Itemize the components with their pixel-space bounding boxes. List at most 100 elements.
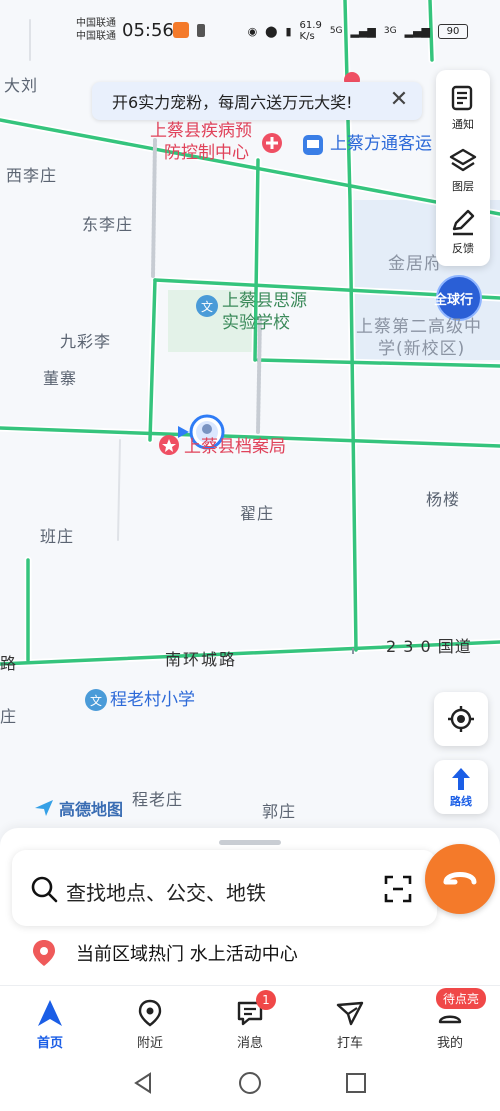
- svg-text:文: 文: [90, 693, 102, 708]
- signal-5g: 5G: [329, 26, 343, 36]
- poi-label-line: 上蔡第二高级中: [356, 317, 482, 337]
- tab-taxi[interactable]: 打车: [310, 998, 390, 1051]
- feedback-button[interactable]: 反馈: [436, 200, 490, 262]
- crosshair-icon: [448, 706, 474, 732]
- locate-button[interactable]: [434, 692, 488, 746]
- taxi-icon: [336, 1001, 364, 1026]
- status-right: ◉ ⬤ ▮ 61.9 K/s 5G ▂▄▆ 3G ▂▄▆ 90: [248, 20, 468, 42]
- hot-area-text: 当前区域热门 水上活动中心: [76, 944, 298, 965]
- amap-logo: 高德地图: [33, 796, 123, 820]
- bus-station-pin-icon: [303, 135, 323, 155]
- tab-label: 附近: [136, 1036, 163, 1051]
- search-input[interactable]: 查找地点、公交、地铁: [66, 877, 266, 906]
- nearby-pin-icon: [138, 999, 162, 1027]
- home-circle-icon[interactable]: [238, 1071, 262, 1095]
- signal-3g: 3G: [383, 26, 397, 36]
- map-place-label[interactable]: 程老庄: [132, 786, 183, 810]
- map-place-label[interactable]: 翟庄: [240, 500, 274, 524]
- amap-logo-icon: [35, 800, 53, 816]
- poi-label-chenglaocun-school[interactable]: 程老村小学: [110, 689, 195, 711]
- signal-icon: ▂▄▆: [350, 24, 376, 38]
- route-button[interactable]: 路线: [434, 760, 488, 814]
- tab-home[interactable]: 首页: [10, 998, 90, 1051]
- primary-school-pin-icon: 文: [85, 689, 107, 711]
- map-place-label[interactable]: 班庄: [40, 523, 74, 547]
- net-speed-unit: K/s: [299, 31, 315, 42]
- message-count-badge: 1: [256, 990, 276, 1010]
- layers-button[interactable]: 图层: [436, 138, 490, 200]
- poi-label-line: 防控制中心: [164, 143, 249, 163]
- feedback-icon: [452, 209, 475, 235]
- net-speed-value: 61.9: [299, 20, 322, 31]
- quanqiuxing-label[interactable]: 全球行: [434, 289, 473, 308]
- poi-label-line: 上蔡县思源: [222, 291, 307, 311]
- search-bar[interactable]: 查找地点、公交、地铁: [12, 850, 437, 926]
- road-label-guodao: 2 3 0 国道: [386, 637, 472, 656]
- brand-name: 高德地图: [59, 800, 124, 819]
- archives-pin-icon: [159, 435, 179, 455]
- school-pin-icon: 文: [196, 295, 218, 317]
- tab-label: 首页: [36, 1036, 63, 1051]
- poi-label-second-high-school[interactable]: 上蔡第二高级中 学(新校区): [356, 316, 482, 360]
- tab-label: 我的: [436, 1036, 463, 1051]
- road-label-nanhuan: 南环城路: [165, 650, 238, 669]
- map-place-label[interactable]: 东李庄: [82, 211, 133, 235]
- route-label: 路线: [450, 794, 472, 808]
- map-place-label[interactable]: 大刘: [4, 72, 38, 96]
- map-place-label[interactable]: 董寨: [43, 365, 77, 389]
- signal-icon: ▂▄▆: [404, 24, 430, 38]
- sim-icon: [197, 24, 205, 37]
- eye-icon: ◉: [247, 24, 258, 38]
- map-place-label[interactable]: 九彩李: [60, 328, 111, 352]
- notice-icon: [451, 85, 473, 110]
- feedback-label: 反馈: [452, 241, 474, 255]
- search-icon: [31, 876, 58, 903]
- app-notification-icon: [173, 22, 189, 38]
- location-icon: ⬤: [265, 24, 278, 38]
- net-speed: 61.9 K/s: [300, 20, 322, 42]
- map-place-label: 庄: [0, 707, 18, 726]
- map-place-label[interactable]: 金居府: [388, 249, 442, 274]
- poi-label-cdc[interactable]: 上蔡县疾病预 防控制中心: [150, 120, 252, 164]
- back-icon[interactable]: [132, 1071, 154, 1095]
- notice-button[interactable]: 通知: [436, 76, 490, 138]
- notice-label: 通知: [452, 117, 474, 131]
- tab-messages[interactable]: 1 消息: [210, 990, 290, 1051]
- poi-label-line: 学(新校区): [378, 339, 466, 359]
- tab-mine[interactable]: 待点亮 我的: [410, 988, 490, 1051]
- tab-label: 打车: [336, 1036, 363, 1051]
- status-bar: 中国联通 中国联通 05:56 ◉ ⬤ ▮ 61.9 K/s 5G ▂▄▆ 3G…: [0, 0, 500, 62]
- didi-icon: [443, 872, 477, 885]
- poi-label-line: 上蔡县疾病预: [150, 121, 252, 141]
- system-nav-bar: [0, 1055, 500, 1111]
- tab-nearby[interactable]: 附近: [110, 998, 190, 1051]
- map-place-label[interactable]: 杨楼: [426, 486, 460, 510]
- recent-apps-icon[interactable]: [345, 1072, 367, 1094]
- poi-label-archives[interactable]: 上蔡县档案局: [184, 436, 286, 458]
- layers-label: 图层: [452, 179, 474, 193]
- mic-icon: ▮: [285, 24, 292, 38]
- sheet-drag-handle[interactable]: [219, 840, 281, 845]
- battery-icon: 90: [438, 23, 468, 39]
- didi-button[interactable]: [425, 844, 495, 914]
- map-place-label[interactable]: 郭庄: [262, 798, 296, 822]
- route-arrow-icon: [452, 767, 470, 790]
- carrier-info: 中国联通 中国联通: [76, 17, 116, 43]
- promo-banner[interactable]: 开6实力宠粉，每周六送万元大奖! ✕: [92, 82, 422, 120]
- layers-icon: [449, 148, 477, 171]
- map-place-label: 路: [0, 654, 18, 673]
- carrier-name: 中国联通: [76, 18, 116, 29]
- hot-area-row[interactable]: 当前区域热门 水上活动中心: [30, 938, 298, 968]
- poi-label-line: 实验学校: [222, 313, 290, 333]
- svg-text:文: 文: [201, 299, 213, 314]
- location-pin-icon: [33, 940, 55, 966]
- close-icon[interactable]: ✕: [386, 87, 412, 113]
- poi-label-siyuan-school[interactable]: 上蔡县思源 实验学校: [222, 290, 307, 334]
- tab-label: 消息: [236, 1036, 263, 1051]
- tab-bar: 首页 附近 1 消息 打车 待点亮 我的: [0, 985, 500, 1055]
- poi-label-bus-station[interactable]: 上蔡方通客运: [330, 133, 432, 155]
- map-place-label[interactable]: 西李庄: [6, 162, 57, 186]
- home-arrow-icon: [38, 1000, 62, 1026]
- status-time: 05:56: [122, 20, 174, 41]
- scan-icon[interactable]: [384, 875, 412, 903]
